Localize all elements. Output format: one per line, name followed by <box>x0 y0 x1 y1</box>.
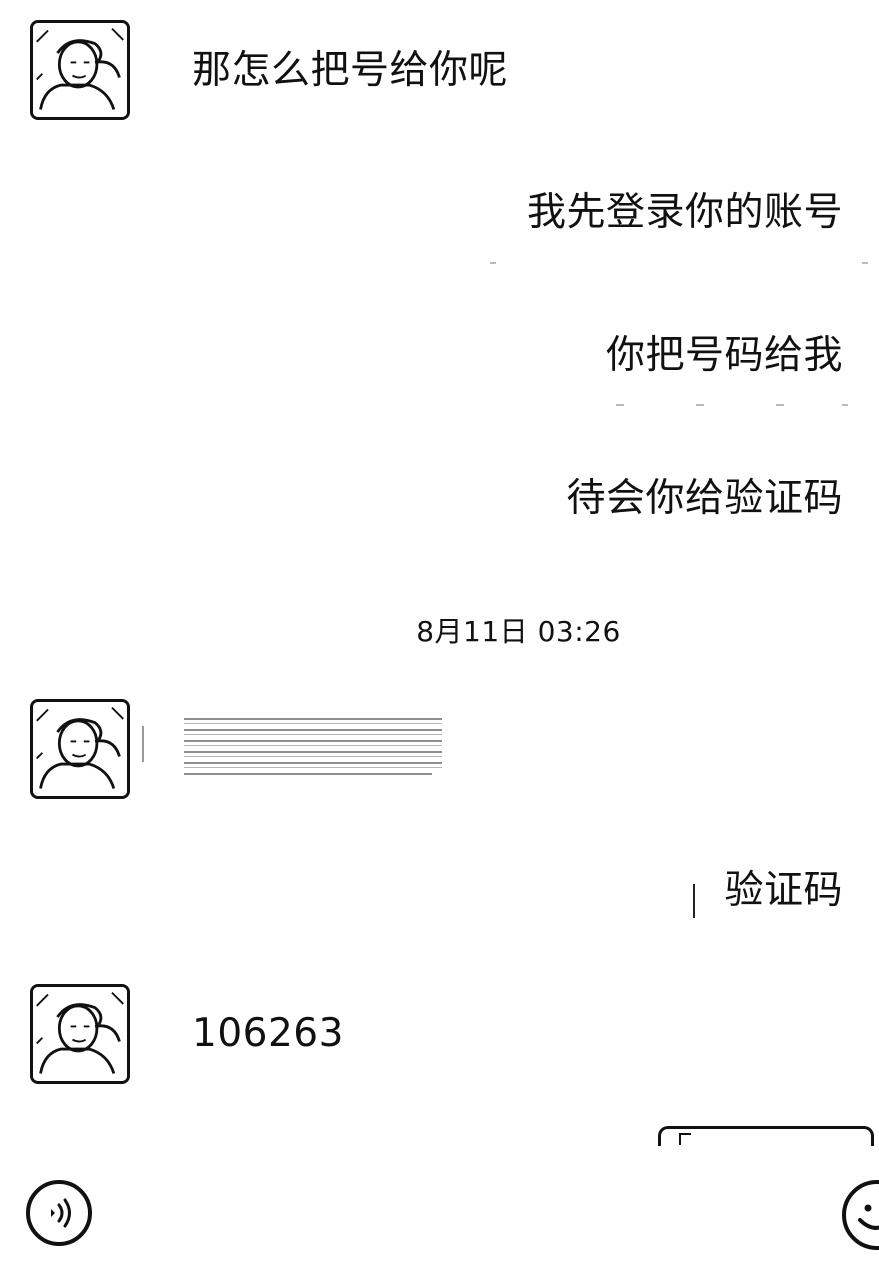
emoji-button[interactable] <box>842 1180 879 1250</box>
message-text[interactable]: 验证码 <box>724 868 843 914</box>
scan-speck <box>776 404 784 406</box>
message-text[interactable]: 那怎么把号给你呢 <box>192 48 508 94</box>
redacted-message-content[interactable] <box>184 716 442 778</box>
text-cursor <box>693 884 695 918</box>
message-text[interactable]: 106263 <box>192 1011 344 1057</box>
message-text[interactable]: 我先登录你的账号 <box>527 190 843 236</box>
avatar[interactable] <box>30 984 130 1084</box>
scan-speck <box>842 404 848 406</box>
avatar-portrait-icon <box>33 987 127 1081</box>
avatar[interactable] <box>30 20 130 120</box>
emoji-smiley-icon <box>858 1204 879 1230</box>
avatar-portrait-icon <box>33 702 127 796</box>
scan-speck <box>862 262 868 264</box>
message-input[interactable] <box>658 1126 874 1146</box>
message-text[interactable]: 你把号码给我 <box>606 333 843 379</box>
scan-speck <box>490 262 496 264</box>
voice-button[interactable] <box>26 1180 92 1246</box>
voice-icon <box>51 1198 71 1228</box>
scan-speck <box>696 404 704 406</box>
chat-timestamp: 8月11日 03:26 <box>416 615 621 648</box>
separator-mark <box>142 726 144 762</box>
message-text[interactable]: 待会你给验证码 <box>566 476 843 522</box>
avatar-portrait-icon <box>33 23 127 117</box>
avatar[interactable] <box>30 699 130 799</box>
scan-speck <box>616 404 624 406</box>
